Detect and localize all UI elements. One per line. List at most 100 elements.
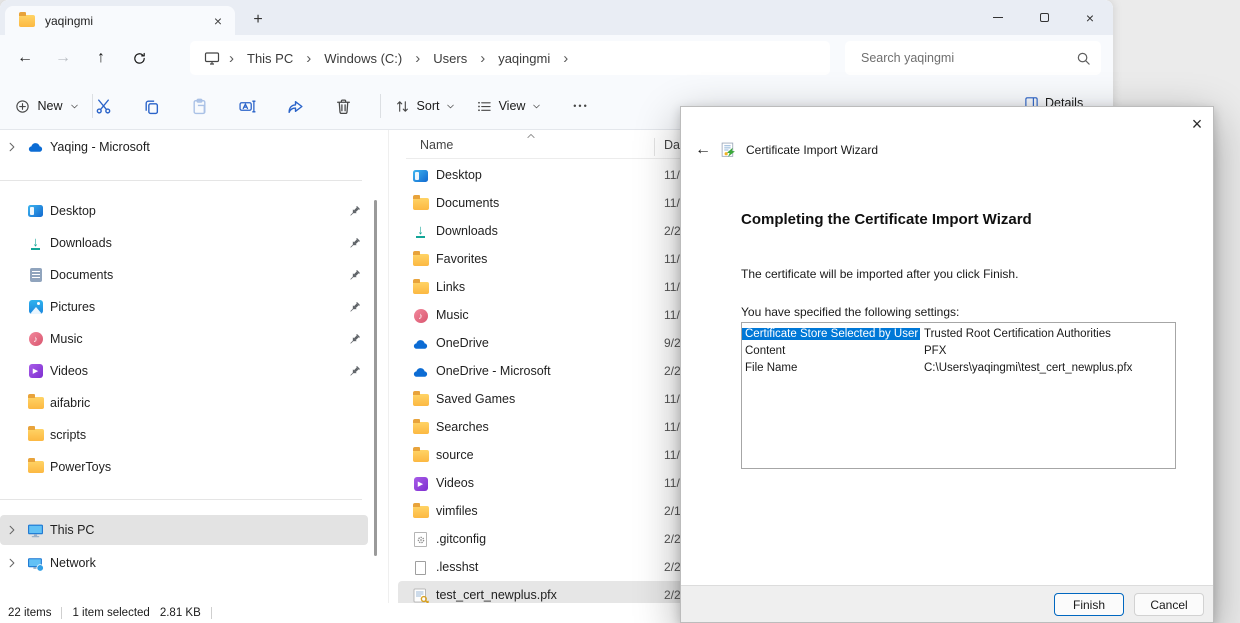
file-row-links[interactable]: Links 11/ — [398, 273, 684, 301]
copy-button[interactable] — [133, 92, 169, 120]
settings-row-content[interactable]: Content PFX — [742, 342, 1175, 359]
cut-icon — [95, 98, 112, 115]
sidebar-item-network[interactable]: Network — [0, 548, 370, 578]
settings-table[interactable]: Certificate Store Selected by User Trust… — [741, 322, 1176, 469]
back-button[interactable]: ← — [6, 44, 44, 72]
sidebar-item-downloads[interactable]: ↓ Downloads — [0, 228, 370, 258]
new-button[interactable]: New — [8, 92, 86, 120]
close-button[interactable]: × — [1067, 0, 1113, 35]
pin-icon — [348, 365, 361, 378]
sidebar-item-onedrive[interactable]: Yaqing - Microsoft — [0, 132, 370, 162]
finish-button[interactable]: Finish — [1054, 593, 1124, 616]
sidebar-item-scripts[interactable]: scripts — [0, 420, 370, 450]
breadcrumb-chevron-icon: › — [563, 50, 568, 67]
paste-button[interactable] — [181, 92, 217, 120]
file-row-videos[interactable]: ▶ Videos 11/ — [398, 469, 684, 497]
rename-icon — [239, 98, 256, 115]
file-date: 11/ — [664, 280, 680, 294]
share-button[interactable] — [277, 92, 313, 120]
explorer-tab[interactable]: yaqingmi × — [5, 6, 235, 35]
new-tab-button[interactable]: + — [246, 8, 270, 32]
sidebar-item-music[interactable]: ♪ Music — [0, 324, 370, 354]
settings-row-store[interactable]: Certificate Store Selected by User Trust… — [742, 325, 1175, 342]
breadcrumb-yaqingmi[interactable]: yaqingmi — [494, 47, 554, 70]
sidebar-item-videos[interactable]: ▶ Videos — [0, 356, 370, 386]
sidebar-item-this-pc[interactable]: This PC — [0, 515, 370, 545]
maximize-button[interactable] — [1021, 0, 1067, 35]
this-pc-icon — [204, 50, 220, 66]
column-header-date[interactable]: Da — [664, 138, 680, 152]
tab-close-icon[interactable]: × — [209, 12, 227, 30]
sidebar-item-label: Music — [50, 332, 83, 346]
desktop-icon — [413, 170, 428, 182]
file-row-documents[interactable]: Documents 11/ — [398, 189, 684, 217]
sidebar-item-label: Downloads — [50, 236, 112, 250]
cut-button[interactable] — [85, 92, 121, 120]
file-name: Links — [436, 280, 465, 294]
gear-file-icon — [414, 532, 427, 547]
breadcrumb-this-pc[interactable]: This PC — [243, 47, 297, 70]
pane-divider — [388, 130, 389, 603]
file-date: 11/ — [664, 252, 680, 266]
file-row-onedrive[interactable]: OneDrive 9/2 — [398, 329, 684, 357]
file-row-gitconfig[interactable]: .gitconfig 2/2 — [398, 525, 684, 553]
setting-name: Content — [742, 345, 920, 357]
tab-strip: yaqingmi × + × — [0, 0, 1113, 35]
sidebar-item-documents[interactable]: Documents — [0, 260, 370, 290]
file-row-saved-games[interactable]: Saved Games 11/ — [398, 385, 684, 413]
folder-icon — [413, 506, 429, 518]
sidebar-item-powertoys[interactable]: PowerToys — [0, 452, 370, 482]
sidebar-divider — [0, 180, 362, 181]
settings-row-file-name[interactable]: File Name C:\Users\yaqingmi\test_cert_ne… — [742, 359, 1175, 376]
sidebar-item-desktop[interactable]: Desktop — [0, 196, 370, 226]
file-name: Videos — [436, 476, 474, 490]
sort-button[interactable]: Sort — [392, 92, 458, 120]
file-row-lesshst[interactable]: .lesshst 2/2 — [398, 553, 684, 581]
sidebar-scrollbar[interactable] — [374, 200, 377, 556]
address-bar[interactable]: › This PC › Windows (C:) › Users › yaqin… — [190, 41, 830, 75]
sidebar-item-aifabric[interactable]: aifabric — [0, 388, 370, 418]
breadcrumb-windows-c[interactable]: Windows (C:) — [320, 47, 406, 70]
file-name: Favorites — [436, 252, 487, 266]
file-row-downloads[interactable]: ↓ Downloads 2/2 — [398, 217, 684, 245]
chevron-right-icon — [6, 524, 18, 536]
setting-value: C:\Users\yaqingmi\test_cert_newplus.pfx — [920, 362, 1132, 374]
rename-button[interactable] — [229, 92, 265, 120]
more-options-button[interactable]: ••• — [566, 92, 596, 120]
breadcrumb-users[interactable]: Users — [429, 47, 471, 70]
new-label: New — [37, 99, 62, 113]
file-name: Music — [436, 308, 469, 322]
file-row-vimfiles[interactable]: vimfiles 2/1 — [398, 497, 684, 525]
pin-icon — [348, 301, 361, 314]
column-divider[interactable] — [654, 138, 655, 156]
file-date: 2/2 — [664, 364, 681, 378]
chevron-right-icon — [6, 557, 18, 569]
delete-button[interactable] — [325, 92, 361, 120]
up-button[interactable]: ↑ — [82, 44, 120, 72]
sidebar-item-label: This PC — [50, 523, 94, 537]
file-row-searches[interactable]: Searches 11/ — [398, 413, 684, 441]
dialog-back-button[interactable]: ← — [695, 141, 711, 159]
file-row-favorites[interactable]: Favorites 11/ — [398, 245, 684, 273]
minimize-button[interactable] — [975, 0, 1021, 35]
dialog-close-button[interactable]: × — [1184, 111, 1210, 137]
forward-button[interactable]: → — [44, 44, 82, 72]
file-row-source[interactable]: source 11/ — [398, 441, 684, 469]
file-date: 2/2 — [664, 532, 681, 546]
file-row-onedrive-microsoft[interactable]: OneDrive - Microsoft 2/2 — [398, 357, 684, 385]
minimize-icon — [993, 17, 1003, 18]
downloads-icon: ↓ — [31, 237, 40, 250]
search-input[interactable] — [861, 51, 1076, 65]
view-button[interactable]: View — [474, 92, 544, 120]
column-header-name[interactable]: Name — [420, 138, 453, 152]
file-row-desktop[interactable]: Desktop 11/ — [398, 161, 684, 189]
file-row-music[interactable]: ♪ Music 11/ — [398, 301, 684, 329]
sidebar-item-pictures[interactable]: Pictures — [0, 292, 370, 322]
refresh-button[interactable] — [120, 44, 158, 72]
wizard-info-text: The certificate will be imported after y… — [741, 267, 1018, 281]
file-name: vimfiles — [436, 504, 478, 518]
setting-value: Trusted Root Certification Authorities — [920, 328, 1111, 340]
file-row-test-cert-newplus[interactable]: test_cert_newplus.pfx 2/2 — [398, 581, 684, 603]
cancel-button[interactable]: Cancel — [1134, 593, 1204, 616]
file-date: 11/ — [664, 392, 680, 406]
